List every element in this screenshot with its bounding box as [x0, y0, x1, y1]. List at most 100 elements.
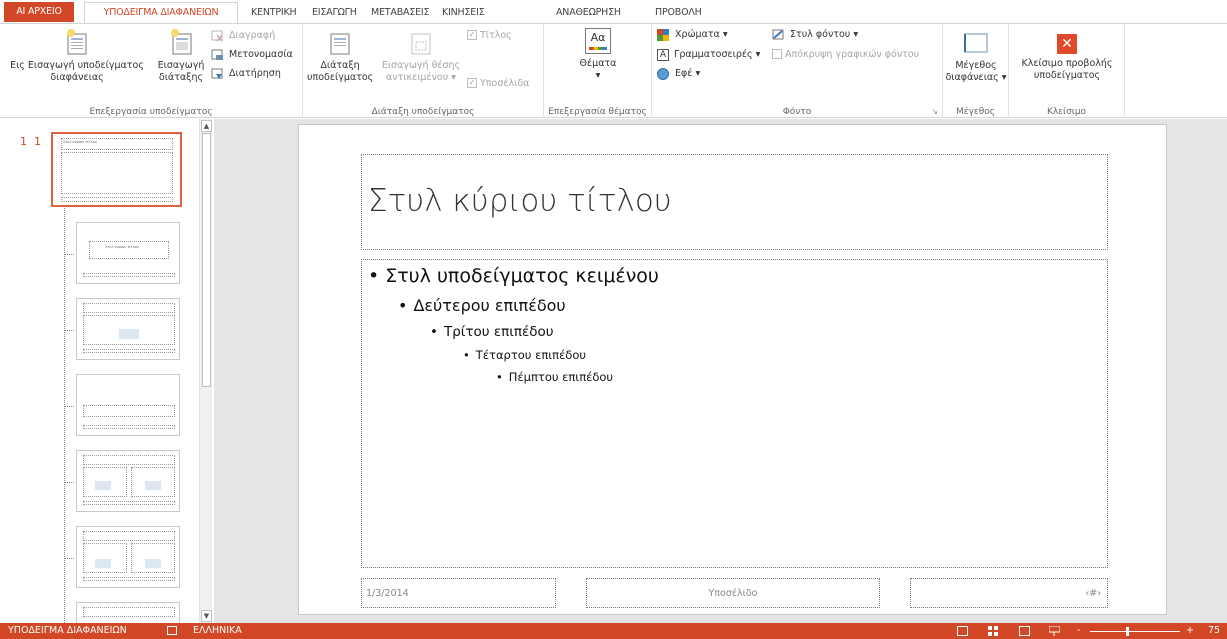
tab-view[interactable]: ΠΡΟΒΟΛΗ	[655, 4, 702, 24]
slide-title: Στυλ κύριου τίτλου	[368, 183, 672, 219]
footer-placeholder[interactable]: Υποσέλιδο	[586, 578, 880, 608]
rename-label: Μετονομασία	[229, 49, 293, 60]
ribbon: Εις Εισαγωγή υποδείγματος διαφάνειας Εισ…	[0, 23, 1227, 118]
preserve-label: Διατήρηση	[229, 68, 281, 79]
fonts-icon: A	[657, 48, 669, 61]
slide-size-label1: Μέγεθος	[955, 60, 997, 71]
scroll-down-arrow-icon[interactable]: ▼	[201, 610, 212, 622]
footers-checkbox[interactable]: ✓ Υποσέλιδα	[467, 76, 529, 93]
group-label-size: Μέγεθος	[955, 107, 996, 117]
zoom-slider-track[interactable]	[1090, 631, 1180, 632]
text-level-5: • Πέμπτου επιπέδου	[496, 370, 614, 384]
tab-slide-master[interactable]: ΥΠΟΔΕΙΓΜΑ ΔΙΑΦΑΝΕΙΩΝ	[84, 2, 238, 24]
insert-layout-button[interactable]: Εισαγωγή διάταξης	[155, 28, 207, 84]
group-background: Χρώματα ▾ A Γραμματοσειρές ▾ Εφέ ▾ Στυλ …	[652, 24, 943, 118]
tab-home[interactable]: ΚΕΝΤΡΙΚΗ	[251, 4, 297, 24]
zoom-out-button[interactable]: -	[1077, 623, 1080, 639]
slide-size-label2: διαφάνειας	[945, 72, 999, 83]
thumbnail-layout-5[interactable]	[76, 526, 180, 588]
group-label-edit-master: Επεξεργασία υποδείγματος	[89, 107, 213, 117]
tab-file-label: ΑΡΧΕΙΟ	[27, 6, 62, 17]
insert-slide-master-button[interactable]: Εις Εισαγωγή υποδείγματος διαφάνειας	[1, 28, 153, 84]
thumbnail-connector	[64, 330, 74, 331]
preserve-button[interactable]: Διατήρηση	[211, 66, 281, 83]
thumbnail-connector	[64, 482, 74, 483]
dialog-launcher-icon[interactable]: ↘	[931, 107, 938, 116]
themes-icon: Aα	[585, 28, 611, 54]
thumbnails-scrollbar[interactable]: ▲ ▼	[199, 119, 212, 623]
insert-placeholder-label2: αντικειμένου	[385, 72, 449, 83]
thumbnail-layout-4[interactable]	[76, 450, 180, 512]
tab-animations[interactable]: ΚΙΝΗΣΕΙΣ	[442, 4, 485, 24]
insert-layout-label2: διάταξης	[158, 72, 204, 83]
title-checkbox[interactable]: ✓ Τίτλος	[467, 28, 512, 45]
zoom-slider-thumb[interactable]	[1126, 627, 1129, 636]
text-level-4-label: Τέταρτου επιπέδου	[475, 348, 587, 362]
group-label-edit-theme: Επεξεργασία θέματος	[548, 107, 647, 117]
thumbnail-connector	[64, 254, 74, 255]
delete-button[interactable]: Διαγραφή	[211, 28, 275, 45]
hide-bg-graphics-check-icon	[772, 48, 782, 59]
themes-button[interactable]: Aα Θέματα ▾	[570, 28, 626, 82]
powerpoint-window: ΑΙ ΑΡΧΕΙΟ ΥΠΟΔΕΙΓΜΑ ΔΙΑΦΑΝΕΙΩΝ ΚΕΝΤΡΙΚΗ …	[0, 0, 1227, 639]
group-label-close: Κλείσιμο	[1046, 107, 1087, 117]
slide-number-placeholder[interactable]: ‹#›	[910, 578, 1108, 608]
text-level-2: • Δεύτερου επιπέδου	[398, 296, 566, 315]
close-master-label2: υποδείγματος	[1033, 70, 1101, 81]
group-edit-theme: Aα Θέματα ▾ Επεξεργασία θέματος	[544, 24, 652, 118]
tab-insert[interactable]: ΕΙΣΑΓΩΓΗ	[312, 4, 357, 24]
title-placeholder[interactable]: Στυλ κύριου τίτλου	[361, 154, 1108, 250]
group-label-background: Φόντο	[782, 107, 812, 117]
colors-button[interactable]: Χρώματα ▾	[657, 27, 728, 44]
group-master-layout: Διάταξη υποδείγματος Εισαγωγή θέσης αντι…	[303, 24, 544, 118]
thumbnail-slide-master[interactable]: Στυλ κύριου τίτλου	[51, 132, 182, 207]
preserve-pin-icon	[211, 68, 223, 79]
insert-slide-master-prefix: Εις	[10, 60, 25, 71]
group-close: ✕ Κλείσιμο προβολής υποδείγματος Κλείσιμ…	[1009, 24, 1125, 118]
effects-label: Εφέ	[675, 68, 693, 79]
thumbnail-layout-3[interactable]	[76, 374, 180, 436]
text-level-1-label: Στυλ υποδείγματος κειμένου	[385, 265, 659, 287]
title-check-icon: ✓	[467, 29, 477, 40]
background-styles-button[interactable]: Στυλ φόντου ▾	[772, 27, 858, 44]
slide-master-canvas[interactable]: Στυλ κύριου τίτλου • Στυλ υποδείγματος κε…	[298, 124, 1167, 615]
slide-sorter-view-icon[interactable]	[988, 626, 999, 636]
insert-slide-master-icon	[67, 29, 87, 55]
ribbon-tabs: ΑΙ ΑΡΧΕΙΟ ΥΠΟΔΕΙΓΜΑ ΔΙΑΦΑΝΕΙΩΝ ΚΕΝΤΡΙΚΗ …	[0, 0, 1227, 24]
slide-show-view-icon[interactable]	[1048, 625, 1061, 636]
close-master-view-button[interactable]: ✕ Κλείσιμο προβολής υποδείγματος	[1013, 28, 1121, 82]
zoom-level[interactable]: 75	[1208, 623, 1220, 639]
fonts-button[interactable]: A Γραμματοσειρές ▾	[657, 47, 760, 64]
effects-icon	[657, 67, 669, 80]
insert-placeholder-label1: Εισαγωγή θέσης	[381, 60, 461, 71]
rename-icon	[211, 49, 223, 60]
delete-slide-icon	[211, 30, 223, 41]
themes-icon-text: Aα	[590, 31, 606, 44]
themes-label: Θέματα	[579, 58, 617, 69]
thumbnail-layout-1[interactable]: Στυλ κύριου τίτλου	[76, 222, 180, 284]
status-language[interactable]: ΕΛΛΗΝΙΚΑ	[193, 623, 242, 639]
hide-bg-graphics-checkbox[interactable]: Απόκρυψη γραφικών φόντου	[772, 47, 919, 64]
tab-review[interactable]: ΑΝΑΘΕΩΡΗΣΗ	[556, 4, 621, 24]
normal-view-icon[interactable]	[957, 626, 968, 636]
master-layout-button[interactable]: Διάταξη υποδείγματος	[307, 28, 373, 84]
thumbnail-layout-2[interactable]	[76, 298, 180, 360]
body-placeholder[interactable]: • Στυλ υποδείγματος κειμένου • Δεύτερου επ…	[361, 259, 1108, 568]
thumbnail-number-1: 1	[20, 135, 27, 148]
master-layout-icon	[330, 33, 350, 55]
zoom-in-button[interactable]: +	[1186, 623, 1194, 639]
tab-transitions[interactable]: ΜΕΤΑΒΑΣΕΙΣ	[371, 4, 430, 24]
effects-button[interactable]: Εφέ ▾	[657, 66, 700, 83]
slide-number-text: ‹#›	[1085, 588, 1101, 599]
tab-file[interactable]: ΑΙ ΑΡΧΕΙΟ	[4, 2, 74, 22]
slide-size-button[interactable]: Μέγεθος διαφάνειας ▾	[945, 28, 1007, 84]
thumbnail-number: 1 1	[20, 135, 41, 148]
thumbnail-layout-6[interactable]	[76, 602, 180, 623]
spelling-check-icon[interactable]	[167, 626, 177, 635]
reading-view-icon[interactable]	[1019, 626, 1030, 636]
scroll-up-arrow-icon[interactable]: ▲	[201, 120, 212, 132]
date-placeholder[interactable]: 1/3/2014	[361, 578, 556, 608]
insert-placeholder-button[interactable]: Εισαγωγή θέσης αντικειμένου ▾	[378, 28, 464, 84]
rename-button[interactable]: Μετονομασία	[211, 47, 293, 64]
scrollbar-thumb[interactable]	[202, 133, 211, 387]
